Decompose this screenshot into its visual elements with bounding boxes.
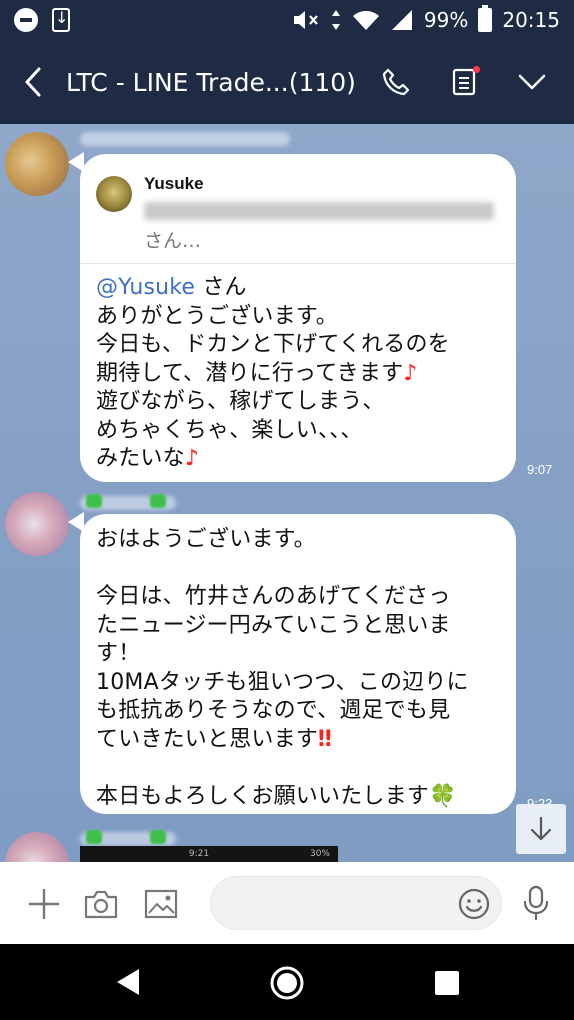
square-recents-icon (435, 971, 459, 995)
message-text: @Yusuke さん ありがとうございます。 今日も、ドカンと下げてくれるのを … (80, 264, 516, 474)
message-input-bar (0, 862, 574, 944)
reply-suffix: さん… (144, 230, 202, 252)
message-time: 9:07 (527, 462, 553, 477)
status-bar: 99% 20:15 (0, 0, 574, 40)
notes-button[interactable] (444, 62, 484, 102)
clover-emoji: 🍀 (429, 783, 457, 809)
battery-icon (478, 5, 493, 32)
chevron-left-icon (25, 67, 41, 97)
chat-title[interactable]: LTC - LINE Trade... (66, 68, 289, 97)
mention-link[interactable]: @Yusuke (96, 275, 195, 300)
wifi-icon (352, 10, 379, 30)
nav-recents-button[interactable] (428, 964, 466, 1002)
camera-icon (84, 890, 118, 919)
chat-header: LTC - LINE Trade... (110) (0, 40, 574, 124)
menu-toggle-button[interactable] (512, 62, 552, 102)
back-button[interactable] (0, 40, 66, 124)
phone-icon (382, 68, 410, 96)
battery-percent: 99% (423, 8, 469, 32)
member-count: (110) (288, 67, 356, 97)
sender-avatar[interactable] (5, 132, 69, 196)
system-navigation-bar (0, 944, 574, 1020)
data-arrows-icon (331, 10, 340, 30)
image-message-thumbnail[interactable]: 9:21 30% (80, 846, 338, 862)
sender-name-emoji (150, 830, 166, 844)
thumbnail-time: 9:21 (188, 849, 210, 859)
music-note-emoji: ♪ (403, 360, 418, 386)
scroll-to-bottom-button[interactable] (516, 804, 566, 854)
arrow-down-icon (530, 816, 552, 841)
notification-dot (473, 66, 480, 73)
plus-icon (29, 889, 59, 919)
message-bubble[interactable]: Yusuke さん… @Yusuke さん ありがとうございます。 今日も、ドカ… (80, 154, 516, 482)
message-bubble[interactable]: おはようございます。 今日は、竹井さんのあげてくださっ たニュージー円みていこう… (80, 514, 516, 814)
image-icon (144, 889, 178, 919)
circle-home-icon (270, 966, 304, 1000)
gallery-button[interactable] (140, 884, 182, 924)
triangle-back-icon (117, 969, 139, 995)
sender-name-blurred (80, 132, 290, 146)
message-text: おはようございます。 今日は、竹井さんのあげてくださっ たニュージー円みていこう… (80, 514, 516, 811)
chevron-down-icon (518, 74, 546, 90)
reply-quote[interactable]: Yusuke さん… (80, 154, 516, 264)
reply-text-blurred (144, 202, 494, 220)
download-notification-icon (52, 8, 70, 32)
thumbnail-battery: 30% (309, 849, 330, 859)
plus-button[interactable] (24, 884, 64, 924)
sender-name-emoji (150, 494, 166, 508)
sender-avatar[interactable] (5, 492, 69, 556)
nav-back-button[interactable] (108, 962, 148, 1002)
chat-area[interactable]: Yusuke さん… @Yusuke さん ありがとうございます。 今日も、ドカ… (0, 124, 574, 862)
do-not-disturb-icon (14, 8, 38, 32)
sender-name-emoji (86, 830, 102, 844)
emoji-button[interactable] (454, 886, 494, 922)
camera-button[interactable] (80, 884, 122, 924)
music-note-emoji: ♪ (184, 446, 200, 471)
reply-sender-name: Yusuke (144, 174, 204, 193)
microphone-icon (523, 885, 549, 921)
message-body: おはようございます。 今日は、竹井さんのあげてくださっ たニュージー円みていこう… (96, 527, 469, 752)
message-body-2: 遊びながら、稼げてしまう、 めちゃくちゃ、楽しい、、、 みたいな (96, 389, 385, 471)
nav-home-button[interactable] (266, 962, 308, 1004)
sender-avatar[interactable] (5, 832, 69, 862)
sender-name-emoji (86, 494, 102, 508)
message-body-2: 本日もよろしくお願いいたします (96, 783, 430, 809)
clock: 20:15 (502, 8, 560, 32)
double-exclamation-emoji: ‼ (318, 726, 333, 752)
voice-button[interactable] (516, 882, 556, 924)
call-button[interactable] (376, 62, 416, 102)
signal-icon (391, 10, 412, 30)
reply-avatar (96, 176, 132, 212)
mute-icon (293, 11, 318, 29)
smiley-icon (458, 888, 490, 920)
